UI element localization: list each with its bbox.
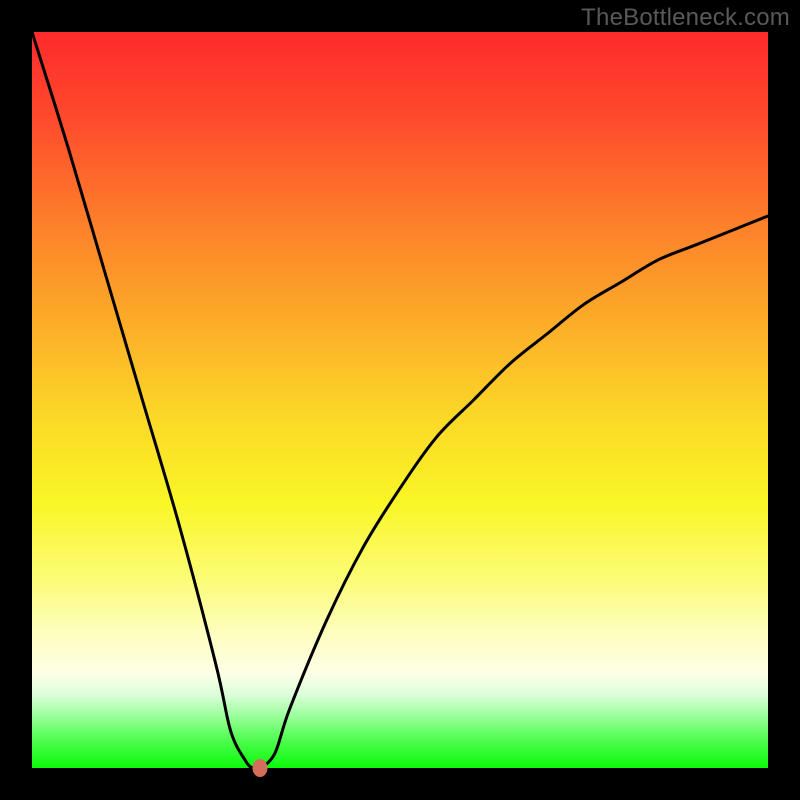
bottleneck-curve [32, 32, 768, 768]
chart-frame: TheBottleneck.com [0, 0, 800, 800]
watermark-text: TheBottleneck.com [581, 4, 790, 32]
current-config-marker [253, 759, 268, 777]
curve-svg [32, 32, 768, 768]
plot-area [32, 32, 768, 768]
